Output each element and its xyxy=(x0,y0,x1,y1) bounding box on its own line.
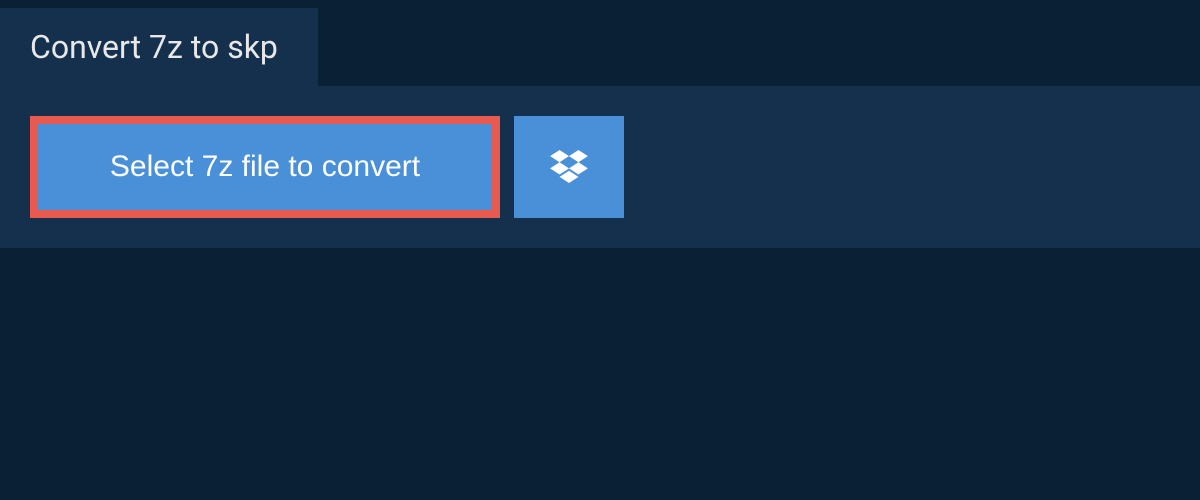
select-file-label: Select 7z file to convert xyxy=(110,150,420,184)
button-row: Select 7z file to convert xyxy=(30,116,1170,218)
dropbox-button[interactable] xyxy=(514,116,624,218)
select-file-button[interactable]: Select 7z file to convert xyxy=(30,116,500,218)
dropbox-icon xyxy=(550,150,588,184)
tab-title: Convert 7z to skp xyxy=(30,28,278,66)
active-tab: Convert 7z to skp xyxy=(0,8,318,86)
conversion-panel: Select 7z file to convert xyxy=(0,86,1200,248)
